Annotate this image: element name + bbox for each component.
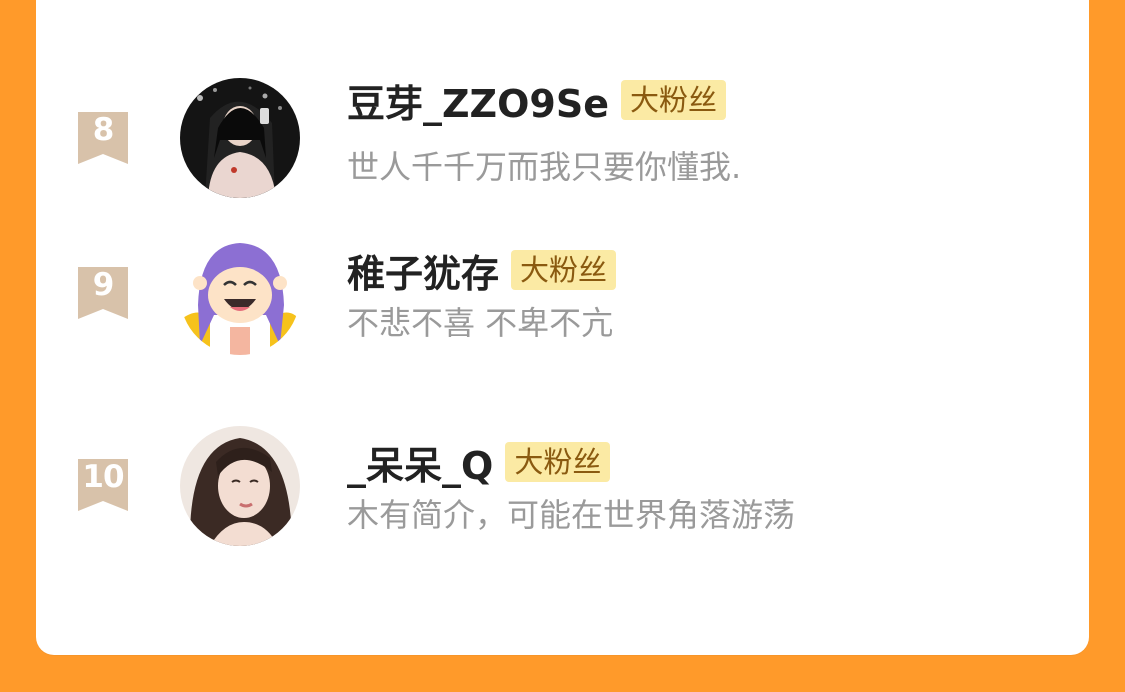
fan-row-10[interactable]: 10 _呆呆_Q 大粉丝 木有简介，可能在世界角落游荡 (36, 426, 1089, 594)
rank-number: 8 (92, 112, 115, 148)
rank-badge: 10 (76, 457, 130, 513)
avatar-cartoon-girl-icon (180, 235, 300, 355)
avatar[interactable] (180, 78, 300, 198)
avatar-girl-portrait-icon (180, 426, 300, 546)
fan-row-8[interactable]: 8 豆芽_ZZO9Se 大粉丝 世人千千万而我只要你懂我. (36, 78, 1089, 208)
name-line: _呆呆_Q 大粉丝 (347, 438, 611, 488)
name-line: 稚子犹存 大粉丝 (347, 246, 617, 296)
avatar[interactable] (180, 426, 300, 546)
rank-badge: 9 (76, 265, 130, 321)
fan-name[interactable]: 稚子犹存 (347, 243, 499, 298)
name-line: 豆芽_ZZO9Se 大粉丝 (347, 76, 727, 126)
avatar[interactable] (180, 235, 300, 355)
fan-ranking-card: 8 豆芽_ZZO9Se 大粉丝 世人千千万而我只要你懂我. 9 稚子犹存 大粉丝… (36, 0, 1089, 655)
fan-row-9[interactable]: 9 稚子犹存 大粉丝 不悲不喜 不卑不亢 (36, 235, 1089, 403)
fan-level-badge: 大粉丝 (621, 80, 727, 120)
fan-level-badge: 大粉丝 (511, 250, 617, 290)
fan-name[interactable]: 豆芽_ZZO9Se (347, 73, 609, 128)
fan-level-badge: 大粉丝 (505, 442, 611, 482)
fan-bio: 世人千千万而我只要你懂我. (347, 148, 742, 186)
rank-number: 9 (92, 267, 115, 303)
fan-name[interactable]: _呆呆_Q (347, 435, 493, 490)
rank-number: 10 (82, 459, 124, 495)
fan-bio: 木有简介，可能在世界角落游荡 (347, 496, 796, 534)
avatar-girl-dark-photo-icon (180, 78, 300, 198)
fan-bio: 不悲不喜 不卑不亢 (347, 304, 614, 342)
rank-badge: 8 (76, 110, 130, 166)
